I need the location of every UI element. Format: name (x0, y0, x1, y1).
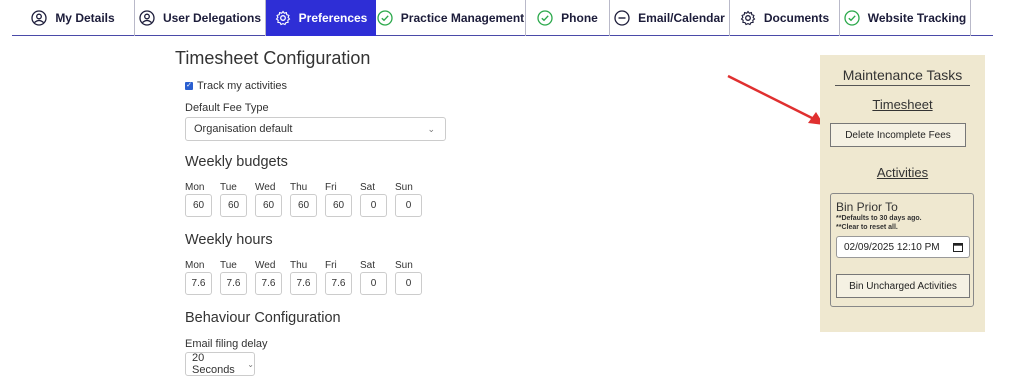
user-circle-icon (139, 10, 155, 26)
bin-prior-to-group: Bin Prior To **Defaults to 30 days ago. … (830, 193, 974, 307)
budget-inputs: 60 60 60 60 60 0 0 (185, 194, 430, 217)
check-circle-icon (844, 10, 860, 26)
tab-label: User Delegations (162, 11, 262, 25)
tab-label: My Details (55, 11, 115, 25)
tab-documents[interactable]: Documents (730, 0, 840, 36)
budget-day-labels: Mon Tue Wed Thu Fri Sat Sun (185, 182, 430, 193)
hours-input-mon[interactable]: 7.6 (185, 272, 212, 295)
hours-inputs: 7.6 7.6 7.6 7.6 7.6 0 0 (185, 272, 430, 295)
hours-input-thu[interactable]: 7.6 (290, 272, 317, 295)
day-label: Thu (290, 182, 308, 193)
budget-input-thu[interactable]: 60 (290, 194, 317, 217)
section-title-weekly-hours: Weekly hours (185, 232, 273, 248)
hours-input-sat[interactable]: 0 (360, 272, 387, 295)
maintenance-tasks-panel: Maintenance Tasks Timesheet Delete Incom… (820, 55, 985, 332)
bin-prior-to-title: Bin Prior To (836, 200, 898, 214)
tab-label: Preferences (298, 11, 368, 25)
delete-incomplete-fees-button[interactable]: Delete Incomplete Fees (830, 123, 966, 147)
tab-my-details[interactable]: My Details (12, 0, 135, 36)
gear-icon (275, 10, 291, 26)
day-label: Mon (185, 260, 205, 271)
chevron-down-icon: ⌄ (427, 124, 435, 134)
tab-email-calendar[interactable]: Email/Calendar (610, 0, 730, 36)
day-label: Sat (360, 260, 376, 271)
timesheet-heading: Timesheet (820, 97, 985, 112)
day-label: Sun (395, 182, 413, 193)
day-label: Sat (360, 182, 376, 193)
email-filing-delay-label: Email filing delay (185, 338, 268, 350)
budget-input-tue[interactable]: 60 (220, 194, 247, 217)
tab-label: Phone (561, 11, 598, 25)
tab-label: Practice Management (400, 11, 525, 25)
day-label: Wed (255, 182, 276, 193)
bin-note-default: **Defaults to 30 days ago. (836, 215, 922, 222)
day-label: Mon (185, 182, 205, 193)
gear-icon (740, 10, 756, 26)
bin-date-input[interactable]: 02/09/2025 12:10 PM (836, 236, 970, 258)
bin-note-clear: **Clear to reset all. (836, 224, 898, 231)
section-title-weekly-budgets: Weekly budgets (185, 154, 288, 170)
day-label: Fri (325, 260, 337, 271)
calendar-icon[interactable] (953, 242, 963, 252)
day-label: Fri (325, 182, 337, 193)
bin-date-value: 02/09/2025 12:10 PM (844, 241, 940, 253)
section-title-timesheet: Timesheet Configuration (175, 48, 371, 68)
budget-input-mon[interactable]: 60 (185, 194, 212, 217)
annotation-arrow-icon (727, 74, 824, 125)
maintenance-title: Maintenance Tasks (835, 67, 970, 86)
hours-input-tue[interactable]: 7.6 (220, 272, 247, 295)
fee-type-label: Default Fee Type (185, 102, 269, 114)
tab-practice-management[interactable]: Practice Management (376, 0, 526, 36)
check-circle-icon (537, 10, 553, 26)
tab-phone[interactable]: Phone (526, 0, 610, 36)
budget-input-sun[interactable]: 0 (395, 194, 422, 217)
timesheet-heading-text: Timesheet (872, 97, 933, 112)
fee-type-value: Organisation default (194, 123, 293, 135)
tab-label: Website Tracking (867, 11, 967, 25)
fee-type-select[interactable]: Organisation default ⌄ (185, 117, 446, 141)
bin-uncharged-activities-button[interactable]: Bin Uncharged Activities (836, 274, 970, 298)
preferences-tab-bar: My Details User Delegations Preferences … (12, 0, 993, 36)
check-circle-icon (377, 10, 393, 26)
tab-label: Email/Calendar (638, 11, 725, 25)
day-label: Sun (395, 260, 413, 271)
track-activities-row[interactable]: ✓ Track my activities (185, 80, 287, 92)
chevron-down-icon: ⌄ (247, 359, 254, 369)
tab-preferences[interactable]: Preferences (266, 0, 376, 36)
budget-input-sat[interactable]: 0 (360, 194, 387, 217)
activities-heading: Activities (820, 165, 985, 180)
budget-input-fri[interactable]: 60 (325, 194, 352, 217)
activities-heading-text: Activities (876, 165, 929, 180)
user-circle-icon (31, 10, 47, 26)
tab-label: Documents (763, 11, 830, 25)
section-title-behaviour: Behaviour Configuration (185, 310, 341, 326)
hours-input-wed[interactable]: 7.6 (255, 272, 282, 295)
hours-input-fri[interactable]: 7.6 (325, 272, 352, 295)
track-activities-checkbox[interactable]: ✓ (185, 82, 193, 90)
minus-circle-icon (614, 10, 630, 26)
track-activities-label: Track my activities (197, 80, 288, 92)
day-label: Tue (220, 260, 237, 271)
tab-user-delegations[interactable]: User Delegations (135, 0, 266, 36)
day-label: Tue (220, 182, 237, 193)
hours-input-sun[interactable]: 0 (395, 272, 422, 295)
email-filing-delay-select[interactable]: 20 Seconds ⌄ (185, 352, 255, 376)
day-label: Wed (255, 260, 276, 271)
tab-website-tracking[interactable]: Website Tracking (840, 0, 971, 36)
email-filing-delay-value: 20 Seconds (192, 352, 235, 376)
day-label: Thu (290, 260, 308, 271)
budget-input-wed[interactable]: 60 (255, 194, 282, 217)
hours-day-labels: Mon Tue Wed Thu Fri Sat Sun (185, 260, 430, 271)
